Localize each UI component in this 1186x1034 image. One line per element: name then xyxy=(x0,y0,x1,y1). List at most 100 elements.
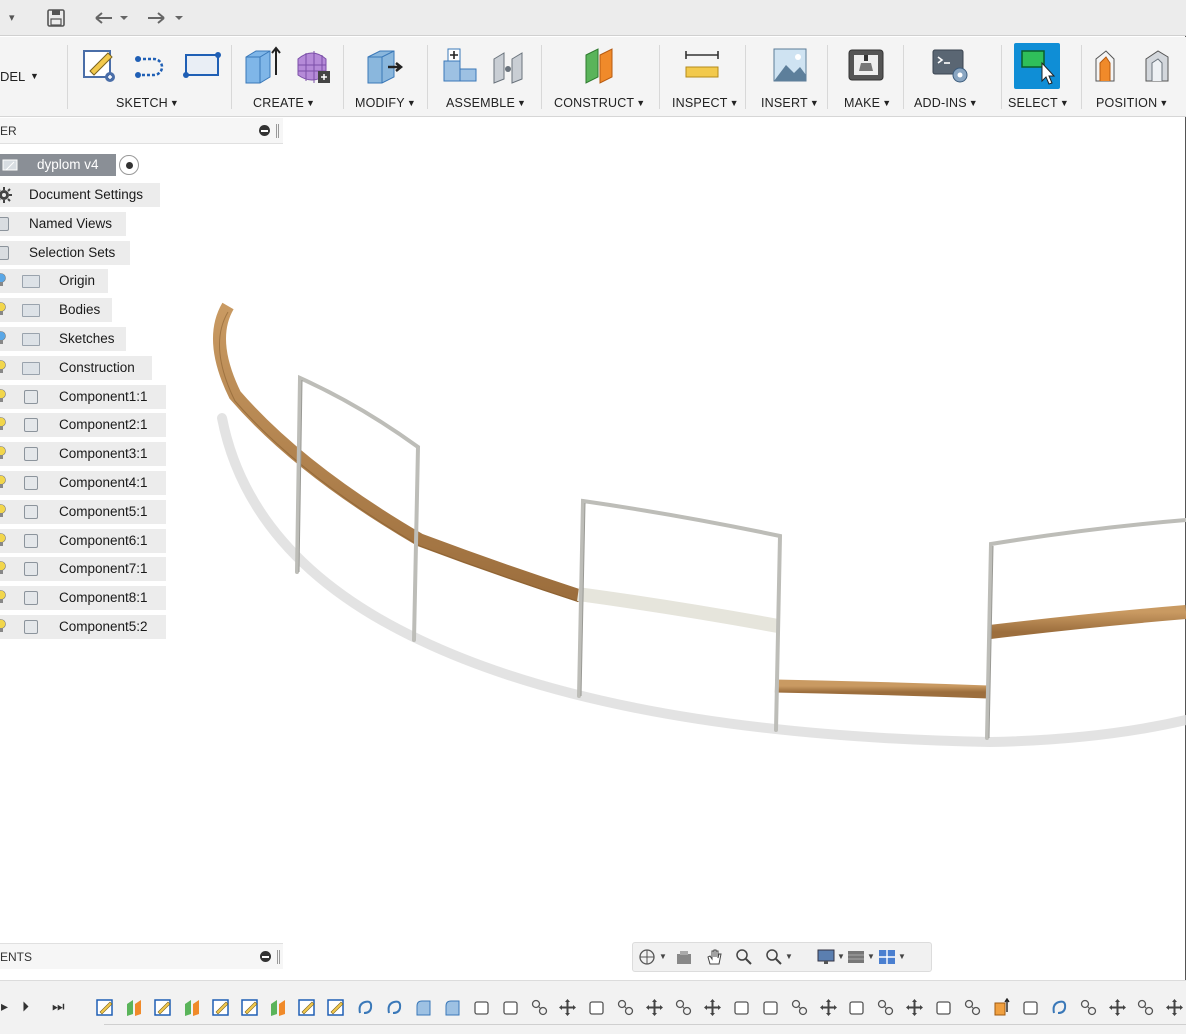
timeline-plane-icon[interactable] xyxy=(183,998,202,1017)
pan-icon[interactable] xyxy=(705,948,723,966)
timeline-body-icon[interactable] xyxy=(732,998,751,1017)
viewports-icon[interactable] xyxy=(878,948,896,966)
timeline-body-icon[interactable] xyxy=(761,998,780,1017)
expand-comments-icon[interactable] xyxy=(260,951,271,962)
browser-node[interactable]: Origin xyxy=(0,269,108,294)
sketch-menu[interactable]: SKETCH ▼ xyxy=(116,96,179,110)
grid-settings-icon[interactable] xyxy=(847,948,865,966)
chevron-down-icon[interactable]: ▼ xyxy=(785,952,793,961)
visibility-bulb-icon[interactable] xyxy=(0,417,6,431)
browser-node[interactable]: Component1:1 xyxy=(0,384,166,409)
chevron-down-icon[interactable]: ▼ xyxy=(30,71,39,81)
visibility-bulb-icon[interactable] xyxy=(0,619,6,633)
visibility-bulb-icon[interactable] xyxy=(0,475,6,489)
timeline-move-icon[interactable] xyxy=(558,998,577,1017)
modify-menu[interactable]: MODIFY ▼ xyxy=(355,96,416,110)
timeline-plane-icon[interactable] xyxy=(125,998,144,1017)
timeline-joint-icon[interactable] xyxy=(674,998,693,1017)
timeline-body-icon[interactable] xyxy=(847,998,866,1017)
extrude-icon[interactable] xyxy=(242,45,282,85)
chevron-down-icon[interactable]: ▼ xyxy=(837,952,845,961)
zoom-icon[interactable] xyxy=(735,948,753,966)
timeline-body-icon[interactable] xyxy=(587,998,606,1017)
timeline-sweep2-icon[interactable] xyxy=(1050,998,1069,1017)
timeline-body-icon[interactable] xyxy=(1021,998,1040,1017)
chevron-down-icon[interactable]: ▼ xyxy=(867,952,875,961)
assemble-menu[interactable]: ASSEMBLE ▼ xyxy=(446,96,526,110)
visibility-bulb-icon[interactable] xyxy=(0,590,6,604)
visibility-bulb-icon[interactable] xyxy=(0,388,6,403)
timeline-move-icon[interactable] xyxy=(1165,998,1184,1017)
3d-viewport[interactable] xyxy=(0,144,1186,942)
timeline-sweep-icon[interactable] xyxy=(356,998,375,1017)
panel-pin-icon[interactable] xyxy=(276,124,279,138)
timeline-joint-icon[interactable] xyxy=(1136,998,1155,1017)
create-menu[interactable]: CREATE ▼ xyxy=(253,96,315,110)
select-button[interactable] xyxy=(1014,43,1060,89)
visibility-bulb-icon[interactable] xyxy=(0,561,6,575)
timeline-joint-icon[interactable] xyxy=(963,998,982,1017)
timeline-joint-icon[interactable] xyxy=(1079,998,1098,1017)
visibility-bulb-icon[interactable] xyxy=(0,359,6,374)
timeline-sketch-icon[interactable] xyxy=(298,998,317,1017)
timeline-extrude-icon[interactable] xyxy=(992,998,1011,1017)
timeline-fillet-icon[interactable] xyxy=(443,998,462,1017)
press-pull-icon[interactable] xyxy=(364,45,404,85)
new-component-icon[interactable] xyxy=(440,45,480,85)
timeline-plane-icon[interactable] xyxy=(269,998,288,1017)
timeline-sketch-icon[interactable] xyxy=(154,998,173,1017)
timeline-sketch-icon[interactable] xyxy=(327,998,346,1017)
browser-root-node[interactable]: dyplom v4 xyxy=(0,154,116,176)
app-menu-caret[interactable]: ▾ xyxy=(9,8,15,28)
workspace-label[interactable]: DEL xyxy=(0,69,25,84)
revert-position-icon[interactable] xyxy=(1140,45,1180,85)
orbit-icon[interactable] xyxy=(638,948,656,966)
browser-node[interactable]: Component7:1 xyxy=(0,557,166,582)
undo-icon[interactable] xyxy=(92,9,132,29)
browser-node[interactable]: Component3:1 xyxy=(0,442,166,467)
visibility-bulb-icon[interactable] xyxy=(0,302,6,316)
timeline-joint-icon[interactable] xyxy=(790,998,809,1017)
browser-node[interactable]: Named Views xyxy=(0,211,126,236)
handrail-segment-selected[interactable] xyxy=(577,587,780,633)
redo-icon[interactable] xyxy=(144,9,188,29)
timeline-sketch-icon[interactable] xyxy=(211,998,231,1017)
scripts-icon[interactable] xyxy=(930,45,970,85)
chevron-down-icon[interactable]: ▼ xyxy=(659,952,667,961)
play-icon[interactable]: ▸ xyxy=(1,998,8,1015)
browser-node[interactable]: Component5:1 xyxy=(0,499,166,524)
browser-node[interactable]: Sketches xyxy=(0,327,126,351)
visibility-bulb-icon[interactable] xyxy=(0,331,6,345)
joint-icon[interactable] xyxy=(490,45,530,85)
go-to-end-icon[interactable]: ⏭ xyxy=(52,998,65,1015)
timeline-move-icon[interactable] xyxy=(819,998,838,1017)
select-menu[interactable]: SELECT ▼ xyxy=(1008,96,1069,110)
timeline-move-icon[interactable] xyxy=(1108,998,1127,1017)
addins-menu[interactable]: ADD-INS ▼ xyxy=(914,96,978,110)
offset-plane-icon[interactable] xyxy=(580,45,620,85)
timeline-move-icon[interactable] xyxy=(645,998,664,1017)
line-sketch-icon[interactable] xyxy=(130,45,170,85)
browser-node[interactable]: Construction xyxy=(0,355,152,380)
browser-node[interactable]: Component4:1 xyxy=(0,471,166,495)
workspace-switcher[interactable]: DEL ▼ xyxy=(0,37,66,117)
timeline-body-icon[interactable] xyxy=(934,998,953,1017)
browser-node[interactable]: Selection Sets xyxy=(0,240,130,265)
visibility-bulb-icon[interactable] xyxy=(0,446,6,460)
handrail-segment[interactable] xyxy=(774,679,989,699)
capture-position-icon[interactable] xyxy=(1090,45,1130,85)
timeline-move-icon[interactable] xyxy=(703,998,722,1017)
timeline-fillet-icon[interactable] xyxy=(414,998,433,1017)
handrail-segment[interactable] xyxy=(989,605,1186,639)
form-icon[interactable] xyxy=(292,45,332,85)
visibility-bulb-icon[interactable] xyxy=(0,503,6,518)
visibility-bulb-icon[interactable] xyxy=(0,532,6,547)
construct-menu[interactable]: CONSTRUCT ▼ xyxy=(554,96,645,110)
collapse-browser-icon[interactable] xyxy=(259,125,270,136)
browser-node[interactable]: Bodies xyxy=(0,298,112,323)
visibility-bulb-icon[interactable] xyxy=(0,273,6,287)
step-forward-icon[interactable]: ⏵ xyxy=(22,998,29,1015)
timeline-joint-icon[interactable] xyxy=(616,998,635,1017)
timeline-move-icon[interactable] xyxy=(905,998,924,1017)
rectangle-sketch-icon[interactable] xyxy=(182,45,222,85)
